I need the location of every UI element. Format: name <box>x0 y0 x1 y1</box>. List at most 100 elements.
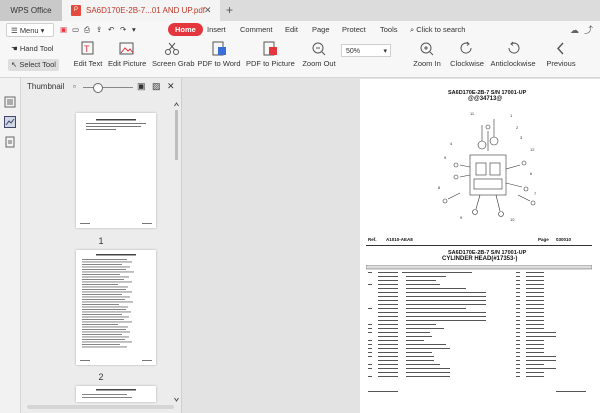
svg-text:7: 7 <box>534 191 537 196</box>
select-tool-label: Select Tool <box>19 60 56 69</box>
select-tool-button[interactable]: ↖ Select Tool <box>8 59 59 71</box>
page-thumbnail-2-preview <box>80 254 152 361</box>
picture-icon[interactable]: ▨ <box>152 81 161 92</box>
edit-text-label: Edit Text <box>73 59 103 68</box>
anticlockwise-label: Anticlockwise <box>490 59 536 68</box>
zoom-out-label: Zoom Out <box>302 59 336 68</box>
edit-picture-label: Edit Picture <box>108 59 147 68</box>
tab-comment[interactable]: Comment <box>240 21 273 39</box>
pdf-to-picture-button[interactable]: PDF to Picture <box>246 39 295 68</box>
pdf-to-picture-icon <box>263 41 277 56</box>
ref-label: Ref. <box>368 237 377 242</box>
page-thumbnail-1[interactable] <box>76 113 156 228</box>
rotate-anticlockwise-button[interactable]: Anticlockwise <box>490 39 536 68</box>
previous-label: Previous <box>546 59 576 68</box>
undo-icon[interactable]: ↶ <box>108 21 114 39</box>
thumbnail-icon[interactable] <box>4 116 16 128</box>
document-tab-title: SA6D170E-2B-7...01 AND UP.pdf <box>86 6 206 15</box>
tab-page[interactable]: Page <box>312 21 330 39</box>
page-thumbnail-3-preview <box>82 389 136 398</box>
rotate-clockwise-button[interactable]: Clockwise <box>450 39 484 68</box>
thumbnail-scrollbar[interactable] <box>174 102 179 402</box>
page-number-2: 2 <box>98 372 104 382</box>
thumbnail-size-slider-knob[interactable] <box>93 83 103 93</box>
page-code: 030010 <box>556 237 572 242</box>
previous-page-button[interactable]: Previous <box>546 39 576 68</box>
screen-grab-button[interactable]: Screen Grab <box>152 39 195 68</box>
edit-text-button[interactable]: T Edit Text <box>70 39 106 68</box>
hand-tool-label: Hand Tool <box>19 44 54 53</box>
export-icon[interactable]: ⇪ <box>96 21 102 39</box>
page-thumbnail-1-preview <box>80 119 152 224</box>
hand-tool-button[interactable]: ☚ Hand Tool <box>8 43 56 55</box>
attachment-icon[interactable] <box>4 136 16 148</box>
thumbnail-size-slider[interactable] <box>83 87 133 88</box>
page-divider <box>366 245 592 246</box>
svg-text:12: 12 <box>530 147 535 152</box>
pdf-to-word-label: PDF to Word <box>197 59 241 68</box>
tab-protect[interactable]: Protect <box>342 21 366 39</box>
menu-bar: ☰ Menu ▾ ▣ ▭ ⎙ ⇪ ↶ ↷ ▾ Home Insert Comme… <box>0 21 600 39</box>
document-view[interactable]: SA6D170E-2B-7 S/N 17001-UP @@34713@ 1 2 … <box>182 78 600 413</box>
zoom-out-button[interactable]: Zoom Out <box>302 39 336 68</box>
svg-text:9: 9 <box>460 215 463 220</box>
chevron-down-icon: ▾ <box>383 48 387 55</box>
print-icon[interactable]: ⎙ <box>84 21 90 39</box>
svg-text:1: 1 <box>510 113 513 118</box>
close-panel-icon[interactable]: ✕ <box>167 81 175 92</box>
svg-text:6: 6 <box>530 171 533 176</box>
title-bar: WPS Office P SA6D170E-2B-7...01 AND UP.p… <box>0 0 600 21</box>
bookmark-icon[interactable] <box>4 96 16 108</box>
tab-tools[interactable]: Tools <box>380 21 398 39</box>
scissors-icon <box>165 42 179 55</box>
enlarge-thumbnail-icon[interactable]: ▣ <box>137 81 146 92</box>
thumbnail-panel-header: Thumbnail ▫ ▣ ▨ ✕ <box>21 78 181 96</box>
shrink-thumbnail-icon[interactable]: ▫ <box>73 82 76 91</box>
chevron-left-icon <box>557 42 564 55</box>
pdf-page: SA6D170E-2B-7 S/N 17001-UP @@34713@ 1 2 … <box>360 79 600 413</box>
hamburger-icon: ☰ <box>11 26 20 35</box>
svg-text:10: 10 <box>510 217 515 222</box>
edit-picture-button[interactable]: Edit Picture <box>108 39 146 68</box>
page-thumbnail-3[interactable] <box>76 386 156 402</box>
svg-text:5: 5 <box>444 155 447 160</box>
search-box[interactable]: ⌕ Click to search <box>410 21 465 39</box>
app-tab[interactable]: WPS Office <box>0 0 62 21</box>
tab-edit[interactable]: Edit <box>285 21 298 39</box>
page-thumbnail-2[interactable] <box>76 250 156 365</box>
zoom-in-button[interactable]: Zoom In <box>412 39 442 68</box>
close-tab-icon[interactable]: ✕ <box>204 0 212 21</box>
cylinder-head-exploded-diagram: 123 456 789 101112 <box>438 111 537 222</box>
tab-insert[interactable]: Insert <box>207 21 226 39</box>
parts-table <box>366 265 592 392</box>
document-tab[interactable]: P SA6D170E-2B-7...01 AND UP.pdf ✕ <box>62 0 220 21</box>
main-menu-button[interactable]: ☰ Menu ▾ <box>6 23 54 37</box>
open-folder-icon[interactable]: ▭ <box>72 21 79 39</box>
page-number-1: 1 <box>98 236 104 246</box>
save-icon[interactable]: ▣ <box>60 21 67 39</box>
svg-text:11: 11 <box>470 111 475 116</box>
search-label: Click to search <box>416 25 466 34</box>
svg-text:8: 8 <box>438 185 441 190</box>
edit-text-icon: T <box>81 41 94 55</box>
zoom-level-select[interactable]: 50% ▾ <box>341 44 391 57</box>
zoom-level-value: 50% <box>346 48 361 55</box>
pdf-to-word-icon <box>212 41 226 56</box>
page-label: Page <box>538 237 549 242</box>
pdf-to-word-button[interactable]: PDF to Word <box>197 39 241 68</box>
pdf-file-icon: P <box>71 5 81 16</box>
main-menu-label: Menu <box>19 26 39 35</box>
ref-code: A1010-AEA8 <box>386 237 413 242</box>
svg-text:4: 4 <box>450 141 453 146</box>
tab-home[interactable]: Home <box>168 23 203 36</box>
clockwise-label: Clockwise <box>450 59 484 68</box>
svg-text:2: 2 <box>516 125 519 130</box>
redo-icon[interactable]: ↷ <box>120 21 126 39</box>
thumbnail-horizontal-scrollbar[interactable] <box>27 405 174 409</box>
pdf-to-picture-label: PDF to Picture <box>246 59 295 68</box>
page-header-sub: @@34713@ <box>468 96 503 102</box>
cloud-icon[interactable]: ☁ <box>570 21 579 39</box>
share-icon[interactable]: ⤴ <box>584 21 593 39</box>
more-icon[interactable]: ▾ <box>132 21 136 39</box>
new-tab-button[interactable]: + <box>226 0 233 20</box>
